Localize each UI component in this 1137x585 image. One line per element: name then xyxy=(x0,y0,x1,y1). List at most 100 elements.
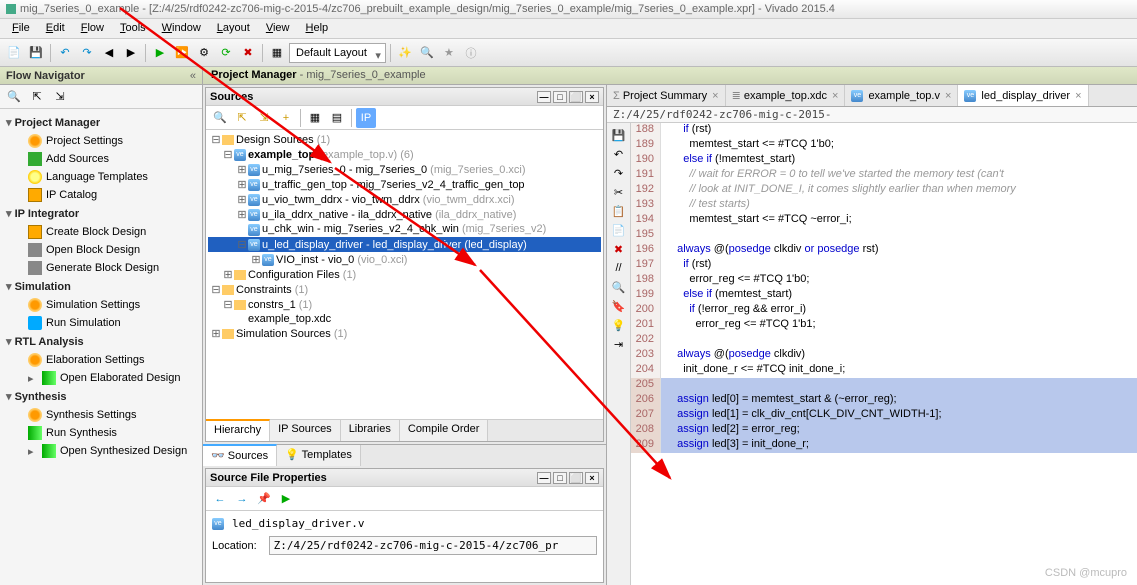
play-icon[interactable]: ▶ xyxy=(276,489,296,509)
sources-tree[interactable]: ⊟Design Sources (1)⊟veexample_top (examp… xyxy=(206,130,603,419)
close-icon[interactable]: × xyxy=(585,472,599,484)
close-tab-icon[interactable]: × xyxy=(832,90,838,102)
tree-node[interactable]: ⊞veu_mig_7series_0 - mig_7series_0 (mig_… xyxy=(208,162,601,177)
expand-icon[interactable]: ⇲ xyxy=(50,87,70,107)
nav-item[interactable]: ▸Open Synthesized Design xyxy=(0,442,202,460)
menu-file[interactable]: File xyxy=(4,19,38,38)
nav-section[interactable]: IP Integrator xyxy=(0,204,202,223)
run-icon[interactable]: ▶ xyxy=(150,43,170,63)
copy-icon[interactable]: 📋 xyxy=(611,203,627,219)
tab-ip-sources[interactable]: IP Sources xyxy=(270,420,341,441)
nav-item[interactable]: Run Synthesis xyxy=(0,424,202,442)
stop-icon[interactable]: ✖ xyxy=(238,43,258,63)
run-all-icon[interactable]: ⏩ xyxy=(172,43,192,63)
search-icon[interactable]: 🔍 xyxy=(210,108,230,128)
collapse-icon[interactable]: ⇱ xyxy=(27,87,47,107)
menu-flow[interactable]: Flow xyxy=(73,19,112,38)
tree-node[interactable]: ⊞veVIO_inst - vio_0 (vio_0.xci) xyxy=(208,252,601,267)
nav-section[interactable]: RTL Analysis xyxy=(0,332,202,351)
collapse-icon[interactable]: ⇱ xyxy=(232,108,252,128)
find-icon[interactable]: 🔍 xyxy=(611,279,627,295)
layout-combo[interactable]: Default Layout xyxy=(289,43,386,63)
undo-icon[interactable]: ↶ xyxy=(611,146,627,162)
bulb-icon[interactable]: 💡 xyxy=(611,317,627,333)
menu-tools[interactable]: Tools xyxy=(112,19,154,38)
menu-layout[interactable]: Layout xyxy=(209,19,258,38)
fwd-icon[interactable]: → xyxy=(232,489,252,509)
find-icon[interactable]: 🔍 xyxy=(417,43,437,63)
minimize-icon[interactable]: — xyxy=(537,91,551,103)
nav-item[interactable]: Open Block Design xyxy=(0,241,202,259)
location-field[interactable] xyxy=(269,536,597,555)
back-icon[interactable]: ◀ xyxy=(99,43,119,63)
add-icon[interactable]: + xyxy=(276,108,296,128)
close-icon[interactable]: × xyxy=(585,91,599,103)
tree-node[interactable]: example_top.xdc xyxy=(208,312,601,326)
fwd-icon[interactable]: ▶ xyxy=(121,43,141,63)
nav-item[interactable]: Create Block Design xyxy=(0,223,202,241)
pin-icon[interactable]: 📌 xyxy=(254,489,274,509)
nav-item[interactable]: Language Templates xyxy=(0,168,202,186)
nav-item[interactable]: Run Simulation xyxy=(0,314,202,332)
close-tab-icon[interactable]: × xyxy=(945,90,951,102)
editor-tab[interactable]: ≣example_top.xdc× xyxy=(726,85,846,106)
nav-item[interactable]: Add Sources xyxy=(0,150,202,168)
redo-icon[interactable]: ↷ xyxy=(611,165,627,181)
refresh-icon[interactable]: ⟳ xyxy=(216,43,236,63)
menu-edit[interactable]: Edit xyxy=(38,19,73,38)
nav-section[interactable]: Synthesis xyxy=(0,387,202,406)
delete-icon[interactable]: ✖ xyxy=(611,241,627,257)
expand-icon[interactable]: ⇲ xyxy=(254,108,274,128)
cut-icon[interactable]: ✂ xyxy=(611,184,627,200)
tab-hierarchy[interactable]: Hierarchy xyxy=(206,419,270,441)
restore-icon[interactable]: ⬜ xyxy=(569,91,583,103)
nav-item[interactable]: Project Settings xyxy=(0,132,202,150)
tab-libraries[interactable]: Libraries xyxy=(341,420,400,441)
wand-icon[interactable]: ✨ xyxy=(395,43,415,63)
save-icon[interactable]: 💾 xyxy=(611,127,627,143)
nav-section[interactable]: Simulation xyxy=(0,277,202,296)
settings-icon[interactable]: ⚙ xyxy=(194,43,214,63)
nav-item[interactable]: Generate Block Design xyxy=(0,259,202,277)
ip-icon[interactable]: IP xyxy=(356,108,376,128)
tree-node[interactable]: ⊟veexample_top (example_top.v) (6) xyxy=(208,147,601,162)
tree-node[interactable]: ⊟Constraints (1) xyxy=(208,282,601,297)
tree-node[interactable]: ⊞Simulation Sources (1) xyxy=(208,326,601,341)
star-icon[interactable]: ★ xyxy=(439,43,459,63)
menu-view[interactable]: View xyxy=(258,19,298,38)
menu-window[interactable]: Window xyxy=(154,19,209,38)
nav-item[interactable]: Simulation Settings xyxy=(0,296,202,314)
indent-icon[interactable]: ⇥ xyxy=(611,336,627,352)
tab-compile-order[interactable]: Compile Order xyxy=(400,420,489,441)
paste-icon[interactable]: 📄 xyxy=(611,222,627,238)
code-area[interactable]: 188 if (rst)189 memtest_start <= #TCQ 1'… xyxy=(631,123,1137,585)
bookmark-icon[interactable]: 🔖 xyxy=(611,298,627,314)
info-icon[interactable]: ⓘ xyxy=(461,43,481,63)
maximize-icon[interactable]: □ xyxy=(553,472,567,484)
save-icon[interactable]: 💾 xyxy=(26,43,46,63)
undo-icon[interactable]: ↶ xyxy=(55,43,75,63)
restore-icon[interactable]: ⬜ xyxy=(569,472,583,484)
maximize-icon[interactable]: □ xyxy=(553,91,567,103)
tree-node[interactable]: ⊞veu_vio_twm_ddrx - vio_twm_ddrx (vio_tw… xyxy=(208,192,601,207)
nav-item[interactable]: Synthesis Settings xyxy=(0,406,202,424)
tab-sources[interactable]: 👓 Sources xyxy=(203,444,277,466)
new-icon[interactable]: 📄 xyxy=(4,43,24,63)
tree-node[interactable]: ⊞Configuration Files (1) xyxy=(208,267,601,282)
tree-icon[interactable]: ▦ xyxy=(305,108,325,128)
editor-tab[interactable]: veled_display_driver× xyxy=(958,85,1088,106)
comment-icon[interactable]: // xyxy=(611,260,627,276)
menu-help[interactable]: Help xyxy=(298,19,337,38)
close-tab-icon[interactable]: × xyxy=(712,90,718,102)
search-icon[interactable]: 🔍 xyxy=(4,87,24,107)
editor-tab[interactable]: ΣProject Summary× xyxy=(607,85,726,106)
tree-node[interactable]: ⊟veu_led_display_driver - led_display_dr… xyxy=(208,237,601,252)
back-icon[interactable]: ← xyxy=(210,489,230,509)
tree-node[interactable]: veu_chk_win - mig_7series_v2_4_chk_win (… xyxy=(208,222,601,236)
nav-item[interactable]: ▸Open Elaborated Design xyxy=(0,369,202,387)
tree-node[interactable]: ⊞veu_ila_ddrx_native - ila_ddrx_native (… xyxy=(208,207,601,222)
nav-item[interactable]: IP Catalog xyxy=(0,186,202,204)
layout-icon[interactable]: ▦ xyxy=(267,43,287,63)
minimize-icon[interactable]: — xyxy=(537,472,551,484)
tree-node[interactable]: ⊟constrs_1 (1) xyxy=(208,297,601,312)
